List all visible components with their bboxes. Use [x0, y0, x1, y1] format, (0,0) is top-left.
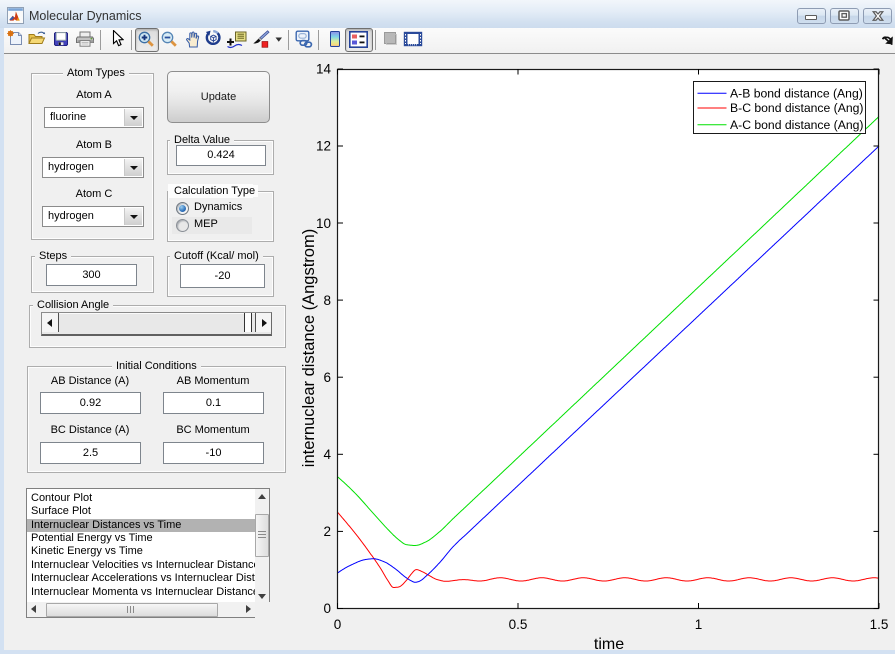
svg-text:0: 0 — [334, 617, 342, 632]
svg-text:2: 2 — [323, 524, 331, 539]
svg-text:4: 4 — [323, 447, 331, 462]
svg-text:B-C bond distance (Ang): B-C bond distance (Ang) — [730, 101, 863, 115]
svg-text:10: 10 — [316, 216, 331, 231]
svg-text:6: 6 — [323, 370, 331, 385]
svg-text:1.5: 1.5 — [870, 617, 889, 632]
svg-text:time: time — [594, 636, 624, 653]
svg-text:A-C bond distance (Ang): A-C bond distance (Ang) — [730, 118, 863, 132]
svg-text:A-B bond distance (Ang): A-B bond distance (Ang) — [730, 87, 863, 101]
svg-text:0: 0 — [323, 601, 331, 616]
svg-text:8: 8 — [323, 293, 331, 308]
svg-text:1: 1 — [695, 617, 703, 632]
svg-text:14: 14 — [316, 62, 332, 77]
svg-text:12: 12 — [316, 139, 331, 154]
svg-text:0.5: 0.5 — [509, 617, 528, 632]
svg-text:internuclear distance (Angstro: internuclear distance (Angstrom) — [300, 229, 318, 467]
